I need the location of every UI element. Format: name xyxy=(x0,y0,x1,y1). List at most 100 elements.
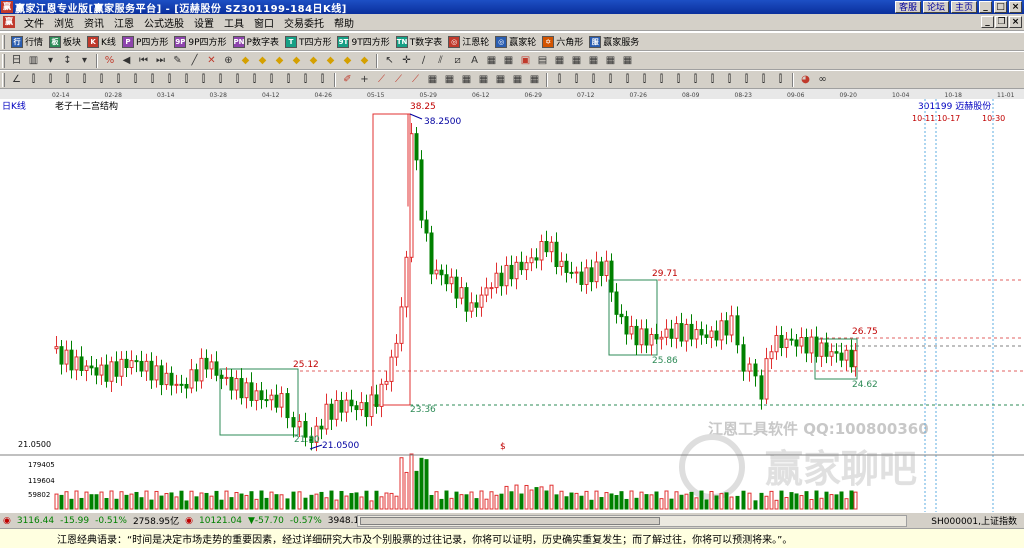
grid-icon[interactable]: ▦ xyxy=(586,53,601,68)
bar-icon[interactable]: ⫿ xyxy=(264,72,279,87)
bar-icon[interactable]: ⫿ xyxy=(603,72,618,87)
toolbar-grip[interactable] xyxy=(2,53,5,68)
pencil-icon[interactable]: ✎ xyxy=(170,53,185,68)
menu-trade[interactable]: 交易委托 xyxy=(279,15,329,30)
child-close-icon[interactable]: × xyxy=(1009,16,1022,28)
menu-info[interactable]: 资讯 xyxy=(79,15,109,30)
box-icon[interactable]: ▣ xyxy=(518,53,533,68)
bar-icon[interactable]: ⫿ xyxy=(94,72,109,87)
bar-icon[interactable]: ⫿ xyxy=(773,72,788,87)
bar-icon[interactable]: ⫿ xyxy=(230,72,245,87)
bar-icon[interactable]: ⫿ xyxy=(196,72,211,87)
bar-icon[interactable]: ⫿ xyxy=(111,72,126,87)
bar-icon[interactable]: ⫿ xyxy=(722,72,737,87)
last-icon[interactable]: ⏭ xyxy=(153,53,168,68)
diamond-icon[interactable]: ◆ xyxy=(306,53,321,68)
bar-icon[interactable]: ⫿ xyxy=(26,72,41,87)
fan-icon[interactable]: ⟋ xyxy=(374,72,389,87)
grid-icon[interactable]: ▦ xyxy=(493,72,508,87)
bar-icon[interactable]: ⫿ xyxy=(654,72,669,87)
cross-icon[interactable]: ✕ xyxy=(204,53,219,68)
cursor-icon[interactable]: ↖ xyxy=(382,53,397,68)
bar-icon[interactable]: ⫿ xyxy=(569,72,584,87)
bar-icon[interactable]: ⫿ xyxy=(705,72,720,87)
toolbar-button-sector[interactable]: 板板块 xyxy=(46,33,84,50)
diamond-icon[interactable]: ◆ xyxy=(272,53,287,68)
line-icon[interactable]: ╱ xyxy=(187,53,202,68)
maximize-icon[interactable]: □ xyxy=(994,1,1007,13)
toolbar-button-quote[interactable]: 行行情 xyxy=(8,33,46,50)
toolbar-button-hexagon[interactable]: ✡ 六角形 xyxy=(539,33,586,50)
bar-icon[interactable]: ⫿ xyxy=(145,72,160,87)
customer-service-button[interactable]: 客服 xyxy=(894,1,921,13)
bar-icon[interactable]: ⫿ xyxy=(60,72,75,87)
menu-gann[interactable]: 江恩 xyxy=(109,15,139,30)
bar-icon[interactable]: ⫿ xyxy=(213,72,228,87)
grid-icon[interactable]: ▦ xyxy=(425,72,440,87)
dropdown-icon[interactable]: ▾ xyxy=(77,53,92,68)
menu-formula[interactable]: 公式选股 xyxy=(139,15,189,30)
first-icon[interactable]: ⏮ xyxy=(136,53,151,68)
sz-index-icon[interactable]: ◉ xyxy=(182,514,196,528)
bar-icon[interactable]: ⫿ xyxy=(247,72,262,87)
toolbar-button-9t-square[interactable]: 9T 9T四方形 xyxy=(334,33,392,50)
text-tool-icon[interactable]: A xyxy=(467,53,482,68)
toolbar-grip[interactable] xyxy=(2,72,5,87)
index-switch-icon[interactable]: ◉ xyxy=(0,514,14,528)
forum-button[interactable]: 论坛 xyxy=(922,1,949,13)
bar-icon[interactable]: ⫿ xyxy=(179,72,194,87)
grid-icon[interactable]: ▦ xyxy=(501,53,516,68)
plus-icon[interactable]: + xyxy=(357,72,372,87)
grid-icon[interactable]: ▦ xyxy=(510,72,525,87)
diamond-icon[interactable]: ◆ xyxy=(255,53,270,68)
bar-icon[interactable]: ⫿ xyxy=(739,72,754,87)
toolbar-button-p-square[interactable]: P P四方形 xyxy=(119,33,171,50)
menu-tools[interactable]: 工具 xyxy=(219,15,249,30)
pen-icon[interactable]: ✐ xyxy=(340,72,355,87)
crosshair-icon[interactable]: ✛ xyxy=(399,53,414,68)
chart-scrollbar[interactable] xyxy=(357,515,907,527)
bar-icon[interactable]: ⫿ xyxy=(315,72,330,87)
grid-icon[interactable]: ▦ xyxy=(603,53,618,68)
fan-icon[interactable]: ⟋ xyxy=(391,72,406,87)
chart-type-icon[interactable]: ▥ xyxy=(26,53,41,68)
bar-icon[interactable]: ⫿ xyxy=(552,72,567,87)
kline-chart-area[interactable]: 02-14 02-28 03-14 03-28 04-12 04-26 05-15 05-29… xyxy=(0,89,1024,512)
color-wheel-icon[interactable]: ◕ xyxy=(798,72,813,87)
bar-icon[interactable]: ⫿ xyxy=(298,72,313,87)
bar-icon[interactable]: ⫿ xyxy=(756,72,771,87)
grid-icon[interactable]: ▦ xyxy=(459,72,474,87)
grid-icon[interactable]: ▦ xyxy=(484,53,499,68)
scrollbar-thumb[interactable] xyxy=(360,517,660,525)
rewind-icon[interactable]: ◀ xyxy=(119,53,134,68)
bar-icon[interactable]: ⫿ xyxy=(637,72,652,87)
bar-icon[interactable]: ⫿ xyxy=(281,72,296,87)
kline-chart-svg[interactable]: 02-14 02-28 03-14 03-28 04-12 04-26 05-15 05-29… xyxy=(0,89,1024,512)
period-icon[interactable]: 日 xyxy=(9,53,24,68)
angle-line-icon[interactable]: ∠ xyxy=(9,72,24,87)
indicator-icon[interactable]: ↕ xyxy=(60,53,75,68)
bar-icon[interactable]: ⫿ xyxy=(671,72,686,87)
grid-icon[interactable]: ▦ xyxy=(552,53,567,68)
bar-icon[interactable]: ⫿ xyxy=(128,72,143,87)
toolbar-button-gann-wheel[interactable]: ◎ 江恩轮 xyxy=(445,33,492,50)
bar-icon[interactable]: ⫿ xyxy=(688,72,703,87)
toolbar-button-t-table[interactable]: TN T数字表 xyxy=(393,33,446,50)
grid-icon[interactable]: ▦ xyxy=(442,72,457,87)
toolbar-button-p-table[interactable]: PN P数字表 xyxy=(230,33,282,50)
menu-help[interactable]: 帮助 xyxy=(329,15,359,30)
grid-icon[interactable]: ▦ xyxy=(476,72,491,87)
homepage-button[interactable]: 主页 xyxy=(950,1,977,13)
parallel-icon[interactable]: ⫽ xyxy=(433,53,448,68)
toolbar-grip[interactable] xyxy=(2,34,5,49)
diamond-icon[interactable]: ◆ xyxy=(340,53,355,68)
grid-icon[interactable]: ▦ xyxy=(569,53,584,68)
toolbar-button-winner-wheel[interactable]: ◎ 赢家轮 xyxy=(492,33,539,50)
ray-icon[interactable]: ∕ xyxy=(416,53,431,68)
target-icon[interactable]: ⊕ xyxy=(221,53,236,68)
menu-window[interactable]: 窗口 xyxy=(249,15,279,30)
bar-icon[interactable]: ⫿ xyxy=(77,72,92,87)
toolbar-button-t-square[interactable]: T T四方形 xyxy=(282,33,335,50)
child-minimize-icon[interactable]: _ xyxy=(981,16,994,28)
channel-icon[interactable]: ⧄ xyxy=(450,53,465,68)
